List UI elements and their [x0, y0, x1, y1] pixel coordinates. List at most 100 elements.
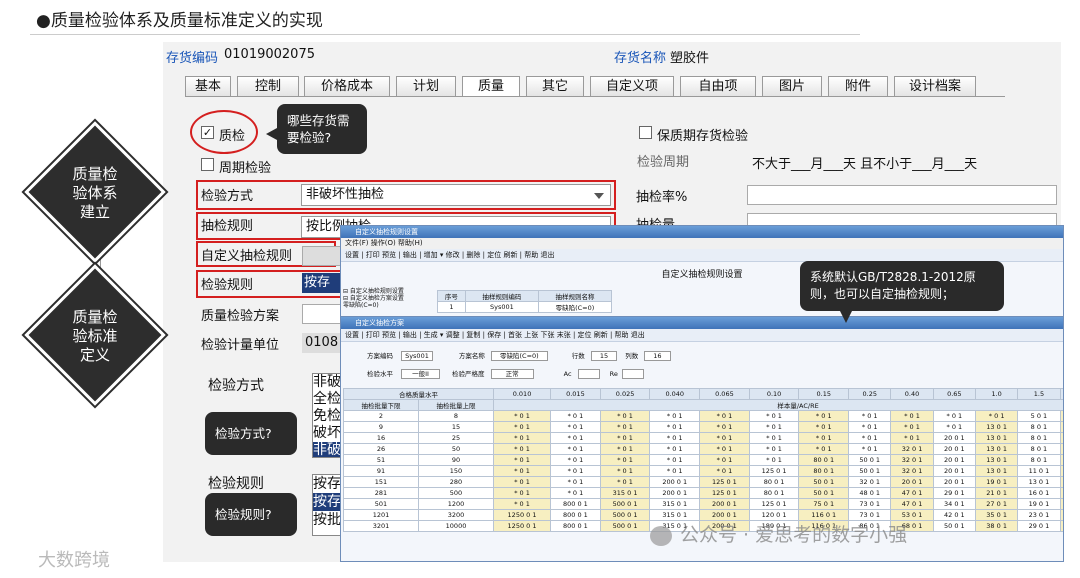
table-cell[interactable]: 13 0 1	[974, 421, 1019, 433]
table-cell[interactable]: * 0 1	[649, 421, 701, 433]
table-cell[interactable]: * 0 1	[699, 465, 750, 477]
table-cell[interactable]: 27 0 1	[974, 498, 1019, 510]
custom-rule-input[interactable]	[302, 246, 342, 266]
table-cell[interactable]: 50 0 1	[932, 520, 976, 532]
table-cell[interactable]: 75 0 1	[798, 498, 850, 510]
unit-input[interactable]: 0108	[302, 333, 342, 353]
table-cell[interactable]: 32 0 1	[890, 443, 934, 455]
tree-node[interactable]: ⊟ 自定义抽检规则设置	[343, 288, 404, 295]
table-cell[interactable]: 151	[343, 476, 419, 488]
table-cell[interactable]: 11 0 1	[1017, 465, 1061, 477]
table-cell[interactable]: 13 0 1	[1017, 476, 1061, 488]
table-cell[interactable]: * 0 1	[550, 454, 601, 466]
table-cell[interactable]: 125 0 1	[748, 498, 800, 510]
table-cell[interactable]: 32 0 1	[890, 454, 934, 466]
table-cell[interactable]: 116 0 1	[798, 509, 850, 521]
table-cell[interactable]: 315 0 1	[599, 487, 651, 499]
table-cell[interactable]: 10 0 1	[1059, 476, 1063, 488]
table-cell[interactable]: * 0 1	[492, 476, 552, 488]
table-cell[interactable]: 73 0 1	[848, 509, 892, 521]
table-cell[interactable]: 20 0 1	[932, 443, 976, 455]
table-cell[interactable]: * 0 1	[748, 421, 800, 433]
rate-input[interactable]	[747, 185, 1057, 205]
table-cell[interactable]: 8 0 1	[1017, 443, 1061, 455]
toolbar[interactable]: 设置 | 打印 预览 | 输出 | 生成 ▾ 调整 | 复制 | 保存 | 首张…	[341, 329, 1063, 342]
table-cell[interactable]: 42 0 1	[932, 509, 976, 521]
table-cell[interactable]: 200 0 1	[699, 498, 750, 510]
tab-6[interactable]: 其它	[526, 76, 584, 96]
table-cell[interactable]: 80 0 1	[798, 465, 850, 477]
table-cell[interactable]: * 0 1	[848, 432, 892, 444]
table-cell[interactable]: 50	[418, 443, 494, 455]
table-cell[interactable]: 125 0 1	[748, 465, 800, 477]
table-cell[interactable]: 3201	[343, 520, 419, 532]
table-cell[interactable]: 29 0 1	[932, 487, 976, 499]
table-cell[interactable]: * 0 1	[492, 410, 552, 422]
table-cell[interactable]: * 0 1	[748, 432, 800, 444]
re-input[interactable]	[621, 369, 644, 379]
table-cell[interactable]: 200 0 1	[649, 487, 701, 499]
table-cell[interactable]: 零缺陷(C=0)	[537, 301, 613, 313]
table-cell[interactable]: 1	[437, 301, 466, 313]
inspect-checkbox[interactable]: ✓	[201, 126, 214, 139]
table-cell[interactable]: * 0 1	[748, 410, 800, 422]
table-cell[interactable]: 19 0 1	[1017, 498, 1061, 510]
table-cell[interactable]: 500 0 1	[599, 509, 651, 521]
table-cell[interactable]: 8 0 1	[1017, 432, 1061, 444]
table-cell[interactable]: 19 0 1	[974, 476, 1019, 488]
table-cell[interactable]: 500	[418, 487, 494, 499]
table-cell[interactable]: * 0 1	[649, 465, 701, 477]
table-cell[interactable]: * 0 1	[932, 410, 976, 422]
strict-select[interactable]: 正常	[490, 369, 534, 379]
table-cell[interactable]: 16 0 1	[1017, 487, 1061, 499]
method-select[interactable]: 非破坏性抽检	[301, 184, 611, 206]
table-cell[interactable]: 150	[418, 465, 494, 477]
table-cell[interactable]: 501	[343, 498, 419, 510]
table-cell[interactable]: 22 0 1	[1059, 520, 1063, 532]
table-cell[interactable]: * 0 1	[550, 487, 601, 499]
level-select[interactable]: 一般II	[401, 369, 440, 379]
table-cell[interactable]: 80 0 1	[748, 476, 800, 488]
table-cell[interactable]: 15 0 1	[1059, 498, 1063, 510]
table-cell[interactable]: * 0 1	[492, 465, 552, 477]
check-rule-select[interactable]: 按存货	[302, 273, 342, 293]
table-cell[interactable]: 8 0 1	[1017, 421, 1061, 433]
table-cell[interactable]: 3 0 1	[1059, 410, 1063, 422]
tree-node[interactable]: 零缺陷(C=0)	[343, 302, 404, 309]
table-cell[interactable]: * 0 1	[848, 410, 892, 422]
table-cell[interactable]: 5 0 1	[1059, 432, 1063, 444]
table-cell[interactable]: 5 0 1	[1059, 454, 1063, 466]
table-cell[interactable]: 13 0 1	[974, 454, 1019, 466]
table-cell[interactable]: 20 0 1	[932, 454, 976, 466]
table-cell[interactable]: * 0 1	[550, 410, 601, 422]
table-cell[interactable]: * 0 1	[492, 487, 552, 499]
table-cell[interactable]: * 0 1	[699, 443, 750, 455]
table-cell[interactable]: 91	[343, 465, 419, 477]
tab-9[interactable]: 图片	[762, 76, 822, 96]
table-cell[interactable]: 29 0 1	[1017, 520, 1061, 532]
table-cell[interactable]: 800 0 1	[550, 498, 601, 510]
table-cell[interactable]: 3200	[418, 509, 494, 521]
table-cell[interactable]: 125 0 1	[699, 476, 750, 488]
table-cell[interactable]: * 0 1	[798, 421, 850, 433]
table-cell[interactable]: 26	[343, 443, 419, 455]
table-cell[interactable]: * 0 1	[699, 432, 750, 444]
table-cell[interactable]: 13 0 1	[974, 443, 1019, 455]
table-cell[interactable]: 5 0 1	[1059, 421, 1063, 433]
table-cell[interactable]: 90	[418, 454, 494, 466]
table-cell[interactable]: 16	[343, 432, 419, 444]
table-cell[interactable]: 51	[343, 454, 419, 466]
table-cell[interactable]: 23 0 1	[1017, 509, 1061, 521]
table-cell[interactable]: 50 0 1	[798, 476, 850, 488]
table-cell[interactable]: * 0 1	[649, 443, 701, 455]
table-cell[interactable]: * 0 1	[699, 454, 750, 466]
ac-input[interactable]	[577, 369, 600, 379]
table-cell[interactable]: * 0 1	[550, 465, 601, 477]
table-cell[interactable]: * 0 1	[599, 465, 651, 477]
table-cell[interactable]: 18 0 1	[1059, 509, 1063, 521]
table-cell[interactable]: * 0 1	[492, 443, 552, 455]
table-cell[interactable]: * 0 1	[550, 432, 601, 444]
table-cell[interactable]: * 0 1	[932, 421, 976, 433]
table-cell[interactable]: 34 0 1	[932, 498, 976, 510]
table-cell[interactable]: 50 0 1	[848, 454, 892, 466]
